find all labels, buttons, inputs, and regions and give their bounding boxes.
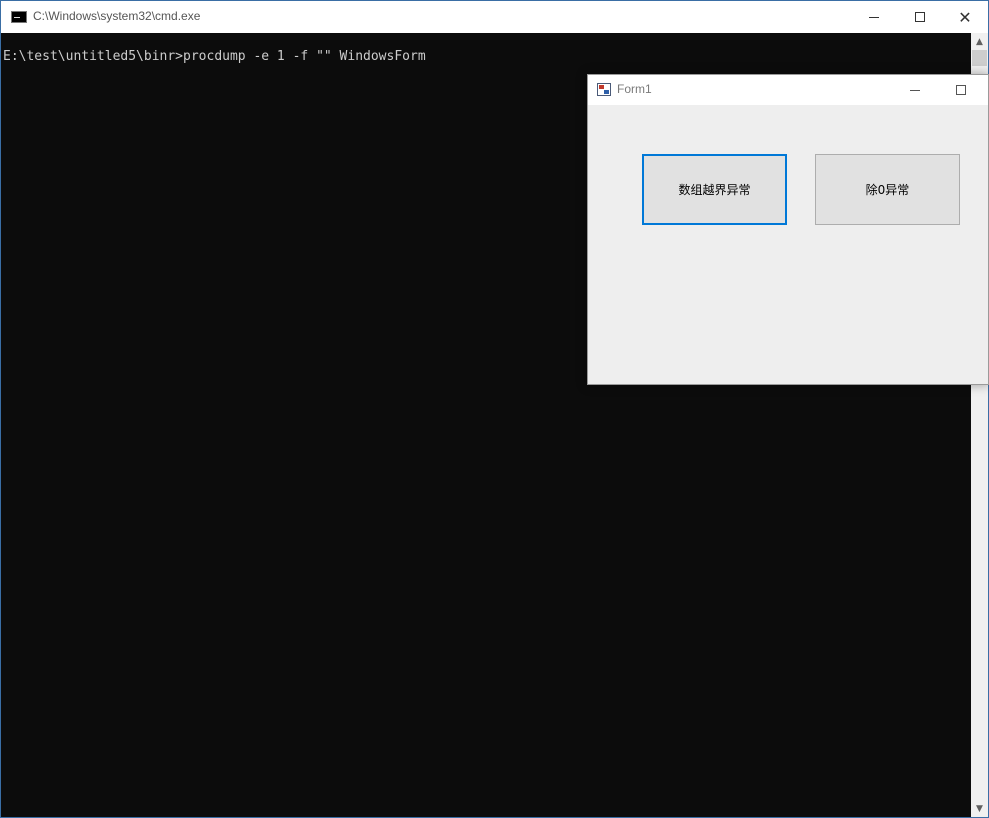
console-command-line: E:\test\untitled5\binr>procdump -e 1 -f … (3, 49, 426, 64)
form1-titlebar[interactable]: Form1 (588, 75, 988, 105)
form1-minimize-button[interactable] (892, 75, 938, 105)
cmd-titlebar[interactable]: C:\Windows\system32\cmd.exe ✕ (1, 1, 988, 33)
maximize-icon (956, 85, 966, 95)
maximize-icon (915, 12, 925, 22)
close-icon: ✕ (958, 7, 972, 27)
form1-maximize-button[interactable] (938, 75, 984, 105)
form1-client-area: 数组越界异常 除0异常 (588, 105, 988, 384)
scroll-up-arrow-icon[interactable]: ▲ (971, 33, 988, 50)
minimize-button[interactable] (851, 1, 897, 33)
console-icon (11, 11, 27, 23)
cmd-window-title: C:\Windows\system32\cmd.exe (33, 9, 201, 23)
form1-title: Form1 (617, 82, 652, 96)
minimize-icon (910, 89, 920, 91)
minimize-icon (869, 16, 879, 18)
close-button[interactable]: ✕ (942, 1, 988, 33)
winform-icon (597, 83, 611, 96)
maximize-button[interactable] (897, 1, 943, 33)
divide-by-zero-button[interactable]: 除0异常 (815, 154, 960, 225)
scroll-thumb[interactable] (972, 50, 987, 66)
scroll-down-arrow-icon[interactable]: ▼ (971, 800, 988, 817)
form1-window: Form1 数组越界异常 除0异常 (587, 74, 989, 385)
array-out-of-bounds-button[interactable]: 数组越界异常 (642, 154, 787, 225)
